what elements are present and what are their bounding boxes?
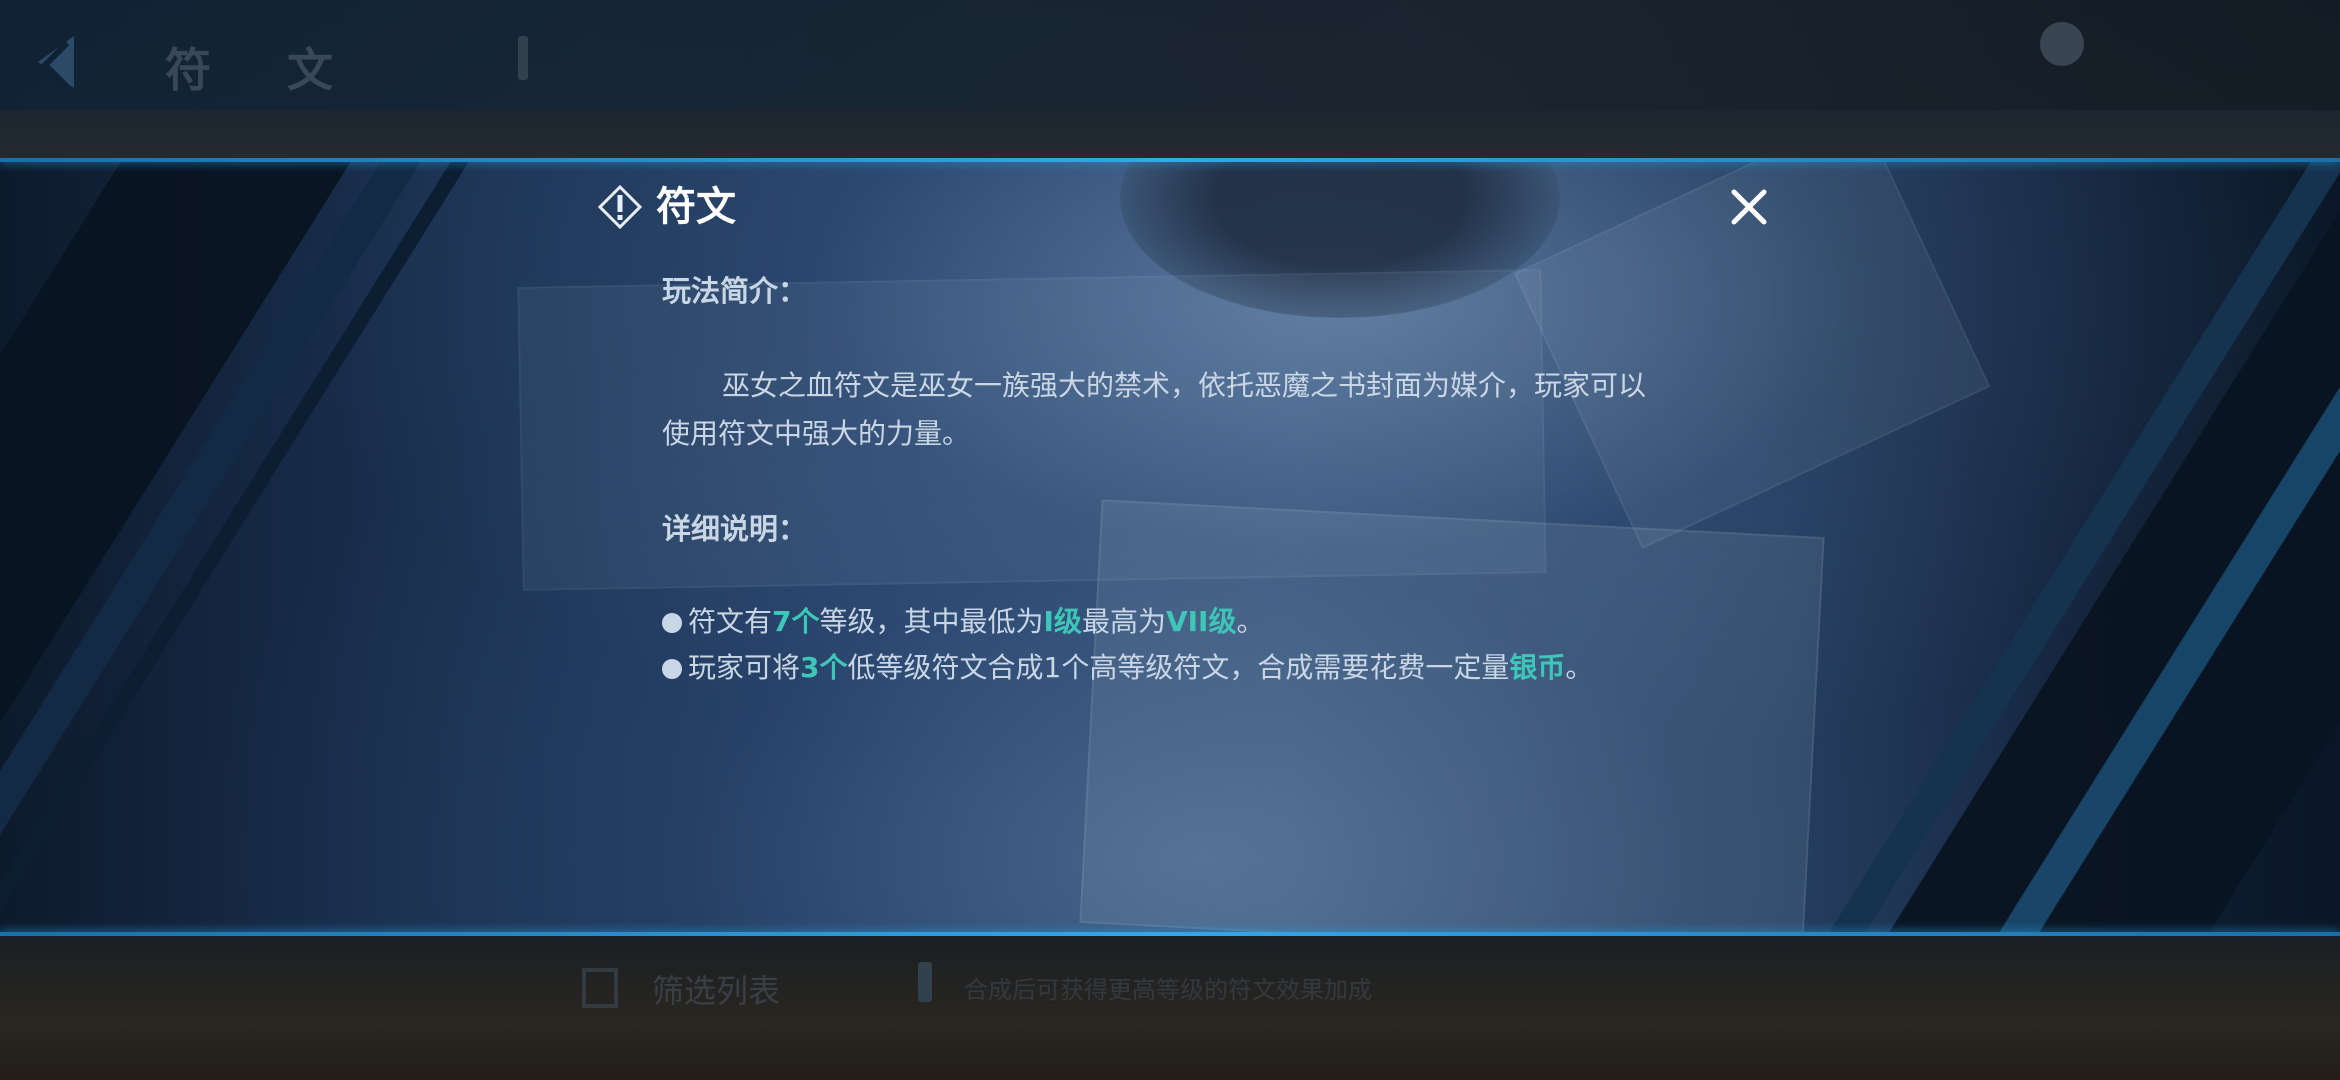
tip-icon	[918, 962, 932, 1002]
background-top-bar: 符 文	[0, 0, 2340, 158]
filter-icon	[582, 968, 618, 1008]
bullet-text: 低等级符文合成1个高等级符文，合成需要花费一定量	[847, 651, 1510, 684]
highlight-min-level: I级	[1043, 605, 1082, 638]
intro-text: 巫女之血符文是巫女一族强大的禁术，依托恶魔之书封面为媒介，玩家可以使用符文中强大…	[662, 362, 1662, 458]
back-arrow-icon	[38, 36, 74, 88]
info-icon	[518, 36, 528, 80]
intro-text-body: 巫女之血符文是巫女一族强大的禁术，依托恶魔之书封面为媒介，玩家可以使用符文中强大…	[662, 369, 1647, 450]
dialog-top-border	[0, 158, 2340, 162]
detail-bullet-2: 玩家可将3个低等级符文合成1个高等级符文，合成需要花费一定量银币。	[662, 644, 1593, 692]
highlight-level-count: 7个	[772, 605, 820, 638]
bullet-text: 玩家可将	[688, 651, 801, 684]
rune-info-icon	[598, 185, 642, 229]
highlight-currency: 银币	[1509, 651, 1566, 684]
tip-text: 合成后可获得更高等级的符文效果加成	[964, 976, 1372, 1004]
bullet-text: 等级，其中最低为	[819, 605, 1044, 638]
detail-bullet-1: 符文有7个等级，其中最低为I级最高为VII级。	[662, 598, 1264, 646]
background-bottom-bar	[0, 936, 2340, 1080]
close-icon	[1731, 189, 1767, 225]
avatar	[2040, 22, 2084, 66]
bullet-dot-icon	[662, 613, 682, 633]
bullet-text: 。	[1565, 651, 1594, 684]
detail-heading: 详细说明：	[662, 512, 808, 546]
filter-label: 筛选列表	[652, 972, 781, 1010]
dialog-title: 符文	[656, 184, 736, 230]
bullet-text: 最高为	[1081, 605, 1166, 638]
bullet-text: 。	[1236, 605, 1265, 638]
highlight-merge-count: 3个	[800, 651, 848, 684]
background-art	[1079, 499, 1825, 936]
bullet-text: 符文有	[688, 605, 773, 638]
highlight-max-level: VII级	[1165, 605, 1237, 638]
bullet-dot-icon	[662, 659, 682, 679]
rune-help-dialog	[0, 158, 2340, 936]
dialog-bottom-border	[0, 932, 2340, 936]
intro-heading: 玩法简介：	[662, 274, 808, 308]
close-button[interactable]	[1726, 184, 1772, 230]
nav-title: 符 文	[165, 43, 364, 97]
